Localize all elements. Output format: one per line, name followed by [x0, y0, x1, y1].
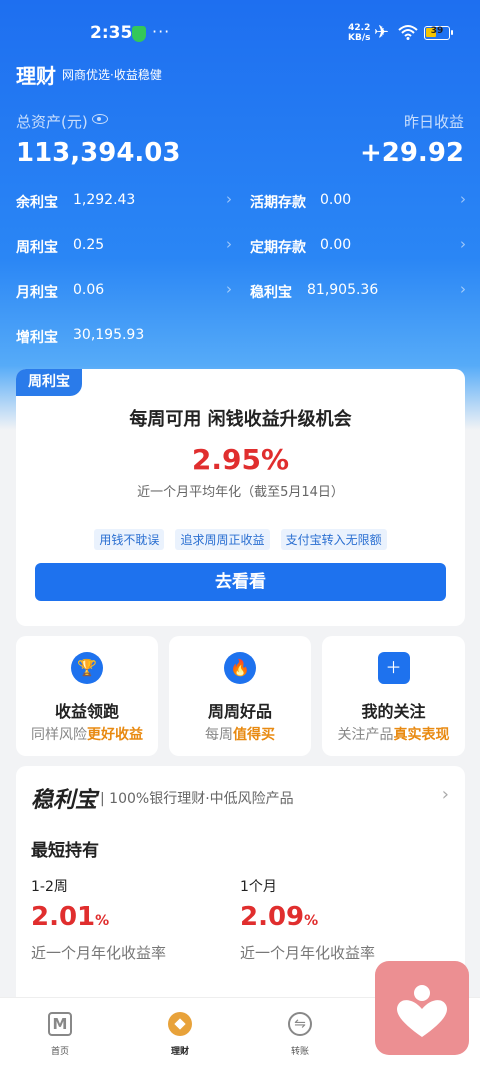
product-yuelibao[interactable]: 月利宝 0.06 › [16, 270, 238, 314]
transfer-icon: ⇋ [288, 1012, 312, 1036]
promo-headline: 每周可用 闲钱收益升级机会 [129, 409, 352, 430]
product-name: 稳利宝 [250, 285, 292, 301]
chevron-right-icon: › [226, 280, 232, 298]
promo-chip: 用钱不耽误 [94, 529, 165, 550]
feature-title: 我的关注 [361, 702, 426, 721]
product-fixed-deposit[interactable]: 定期存款 0.00 › [250, 225, 472, 269]
wenlibao-logo: 稳利宝 [31, 787, 98, 813]
product-name: 月利宝 [16, 285, 58, 301]
product-value: 0.25 [73, 237, 105, 253]
chevron-right-icon: › [460, 190, 466, 208]
total-assets-label: 总资产(元) [16, 113, 88, 131]
promo-card[interactable]: 周利宝 每周可用 闲钱收益升级机会 2.95% 近一个月平均年化（截至5月14日… [16, 369, 465, 626]
nav-label: 首页 [50, 1047, 69, 1057]
chevron-right-icon: › [226, 235, 232, 253]
product-name: 活期存款 [250, 195, 306, 211]
product-current-deposit[interactable]: 活期存款 0.00 › [250, 180, 472, 224]
feature-card-my-follows[interactable]: ＋ 我的关注 关注产品真实表现 [322, 636, 465, 756]
product-zenglibao[interactable]: 增利宝 30,195.93 [16, 315, 238, 359]
nav-item-transfer[interactable]: ⇋ 转账 [240, 998, 360, 1067]
product-zhoulibao[interactable]: 周利宝 0.25 › [16, 225, 238, 269]
product-value: 1,292.43 [73, 192, 136, 208]
nav-item-wealth[interactable]: 理财 [120, 998, 240, 1067]
chevron-right-icon: › [460, 280, 466, 298]
feature-subtitle: 每周值得买 [205, 727, 275, 743]
battery-icon: 39 [424, 26, 453, 40]
chevron-right-icon[interactable]: › [442, 784, 449, 805]
wifi-icon [398, 25, 418, 40]
shield-icon [132, 26, 146, 42]
airplane-icon: ✈ [374, 22, 390, 43]
promo-chip: 支付宝转入无限额 [280, 529, 387, 550]
nav-label: 转账 [290, 1047, 309, 1057]
promo-rate-description: 近一个月平均年化（截至5月14日） [137, 485, 344, 500]
term-label: 1个月 [240, 879, 277, 895]
more-dots-icon: ··· [152, 22, 171, 41]
promo-rate: 2.95% [191, 443, 290, 476]
go-see-button[interactable]: 去看看 [35, 563, 446, 601]
section-title: 最短持有 [31, 841, 99, 861]
speed-value: 42.2 [348, 23, 371, 33]
total-assets-value: 113,394.03 [16, 138, 181, 168]
status-time: 2:35 [90, 23, 133, 43]
product-value: 0.06 [73, 282, 105, 298]
product-yulibao[interactable]: 余利宝 1,292.43 › [16, 180, 238, 224]
flame-icon: 🔥 [224, 652, 256, 684]
page-title: 理财 [16, 64, 56, 88]
product-name: 定期存款 [250, 240, 306, 256]
floating-heart-widget[interactable] [375, 961, 469, 1055]
product-value: 30,195.93 [73, 327, 145, 343]
rate-value[interactable]: 2.09% [240, 902, 318, 932]
status-bar: 2:35 ··· 42.2 KB/s ✈ 39 [0, 20, 480, 48]
promo-chip: 追求周周正收益 [175, 529, 270, 550]
battery-level: 39 [430, 26, 444, 36]
product-name: 增利宝 [16, 330, 58, 346]
chevron-right-icon: › [226, 190, 232, 208]
product-value: 0.00 [320, 192, 352, 208]
network-speed: 42.2 KB/s [348, 23, 370, 43]
yesterday-earnings-value: +29.92 [359, 138, 464, 168]
nav-label: 理财 [170, 1047, 189, 1057]
product-name: 余利宝 [16, 195, 58, 211]
promo-tag: 周利宝 [16, 369, 82, 396]
term-label: 1-2周 [31, 879, 68, 895]
trophy-icon: 🏆 [71, 652, 103, 684]
chevron-right-icon: › [460, 235, 466, 253]
feature-title: 周周好品 [207, 702, 272, 721]
page-subtitle: 网商优选·收益稳健 [62, 68, 162, 82]
feature-subtitle: 关注产品真实表现 [337, 727, 450, 743]
eye-icon[interactable] [92, 114, 108, 124]
rate-value[interactable]: 2.01% [31, 902, 109, 932]
wealth-icon [168, 1012, 192, 1036]
home-icon: M [48, 1012, 72, 1036]
feature-card-weekly-picks[interactable]: 🔥 周周好品 每周值得买 [169, 636, 311, 756]
feature-title: 收益领跑 [54, 702, 119, 721]
product-value: 0.00 [320, 237, 352, 253]
feature-subtitle: 同样风险更好收益 [31, 727, 143, 743]
speed-unit: KB/s [348, 33, 371, 43]
wenlibao-description: | 100%银行理财·中低风险产品 [100, 791, 294, 807]
rate-description: 近一个月年化收益率 [31, 944, 167, 962]
rate-description: 近一个月年化收益率 [240, 944, 376, 962]
nav-item-home[interactable]: M 首页 [0, 998, 120, 1067]
product-value: 81,905.36 [307, 282, 379, 298]
yesterday-earnings-label: 昨日收益 [403, 113, 464, 131]
bookmark-icon: ＋ [377, 652, 410, 684]
product-name: 周利宝 [16, 240, 58, 256]
promo-chips: 用钱不耽误 追求周周正收益 支付宝转入无限额 [16, 529, 465, 550]
feature-card-yield-leader[interactable]: 🏆 收益领跑 同样风险更好收益 [16, 636, 158, 756]
product-wenlibao[interactable]: 稳利宝 81,905.36 › [250, 270, 472, 314]
heart-icon [397, 985, 447, 1037]
